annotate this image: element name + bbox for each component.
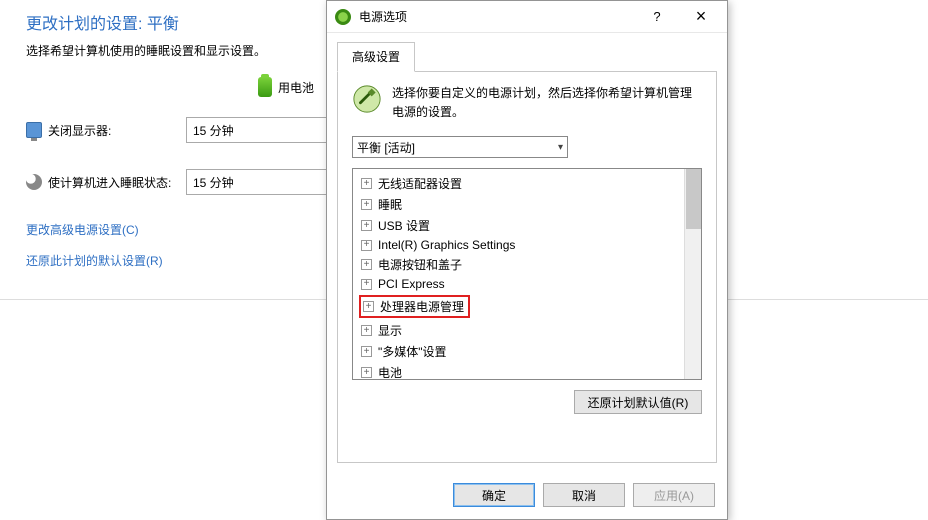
close-button[interactable]: × bbox=[679, 2, 723, 32]
display-off-value: 15 分钟 bbox=[193, 122, 234, 139]
tree-item-label: 睡眠 bbox=[378, 196, 402, 213]
monitor-icon bbox=[26, 122, 42, 138]
tree-item[interactable]: + USB 设置 bbox=[359, 215, 683, 236]
tree-item[interactable]: + Intel(R) Graphics Settings bbox=[359, 236, 683, 254]
expand-icon[interactable]: + bbox=[361, 240, 372, 251]
plan-select[interactable]: 平衡 [活动] ▾ bbox=[352, 136, 568, 158]
tree-item-label: PCI Express bbox=[378, 277, 445, 291]
scrollbar[interactable] bbox=[684, 169, 701, 379]
tree-item-label: 处理器电源管理 bbox=[380, 298, 464, 315]
ok-button[interactable]: 确定 bbox=[453, 483, 535, 507]
chevron-down-icon: ▾ bbox=[558, 142, 563, 153]
sleep-select[interactable]: 15 分钟 bbox=[186, 169, 336, 195]
tree-item[interactable]: + 电源按钮和盖子 bbox=[359, 254, 683, 275]
display-off-label: 关闭显示器: bbox=[48, 122, 111, 139]
expand-icon[interactable]: + bbox=[361, 325, 372, 336]
expand-icon[interactable]: + bbox=[363, 301, 374, 312]
tree-item-label: 无线适配器设置 bbox=[378, 175, 462, 192]
plug-icon bbox=[352, 84, 382, 114]
dialog-title: 电源选项 bbox=[359, 8, 635, 25]
cancel-button[interactable]: 取消 bbox=[543, 483, 625, 507]
battery-label: 用电池 bbox=[278, 79, 314, 96]
tree-item[interactable]: + 睡眠 bbox=[359, 194, 683, 215]
expand-icon[interactable]: + bbox=[361, 346, 372, 357]
tree-item[interactable]: + "多媒体"设置 bbox=[359, 341, 683, 362]
tree-item-label: 电池 bbox=[378, 364, 402, 380]
scrollbar-thumb[interactable] bbox=[686, 169, 701, 229]
dialog-description: 选择你要自定义的电源计划，然后选择你希望计算机管理电源的设置。 bbox=[392, 84, 702, 122]
tree-item-label: 显示 bbox=[378, 322, 402, 339]
tree-item[interactable]: + 电池 bbox=[359, 362, 683, 380]
tab-strip: 高级设置 bbox=[337, 41, 717, 72]
plan-selected-value: 平衡 [活动] bbox=[357, 139, 415, 156]
power-icon bbox=[335, 9, 351, 25]
tree-item-label: 电源按钮和盖子 bbox=[378, 256, 462, 273]
expand-icon[interactable]: + bbox=[361, 279, 372, 290]
display-off-select[interactable]: 15 分钟 bbox=[186, 117, 336, 143]
moon-icon bbox=[26, 174, 42, 190]
tab-advanced[interactable]: 高级设置 bbox=[337, 42, 415, 72]
apply-button[interactable]: 应用(A) bbox=[633, 483, 715, 507]
dialog-titlebar: 电源选项 ? × bbox=[327, 1, 727, 33]
tree-item-label: USB 设置 bbox=[378, 217, 430, 234]
tree-item[interactable]: + 无线适配器设置 bbox=[359, 173, 683, 194]
dialog-footer: 确定 取消 应用(A) bbox=[327, 473, 727, 519]
tree-item-label: Intel(R) Graphics Settings bbox=[378, 238, 515, 252]
settings-tree: + 无线适配器设置 + 睡眠 + USB 设置 + Intel(R) Graphics Set… bbox=[352, 168, 702, 380]
expand-icon[interactable]: + bbox=[361, 178, 372, 189]
expand-icon[interactable]: + bbox=[361, 367, 372, 378]
sleep-label: 使计算机进入睡眠状态: bbox=[48, 174, 171, 191]
tree-item-highlighted[interactable]: + 处理器电源管理 bbox=[359, 295, 470, 318]
battery-icon bbox=[258, 77, 272, 97]
power-options-dialog: 电源选项 ? × 高级设置 选择你要自定义的电源计划，然后选择你希望计算机管理电… bbox=[326, 0, 728, 520]
expand-icon[interactable]: + bbox=[361, 259, 372, 270]
sleep-value: 15 分钟 bbox=[193, 174, 234, 191]
restore-plan-defaults-button[interactable]: 还原计划默认值(R) bbox=[574, 390, 702, 414]
tree-item[interactable]: + PCI Express bbox=[359, 275, 683, 293]
tree-item-label: "多媒体"设置 bbox=[378, 343, 447, 360]
tree-item[interactable]: + 显示 bbox=[359, 320, 683, 341]
expand-icon[interactable]: + bbox=[361, 199, 372, 210]
tree-item[interactable]: + 处理器电源管理 bbox=[359, 293, 683, 320]
help-button[interactable]: ? bbox=[635, 2, 679, 32]
expand-icon[interactable]: + bbox=[361, 220, 372, 231]
